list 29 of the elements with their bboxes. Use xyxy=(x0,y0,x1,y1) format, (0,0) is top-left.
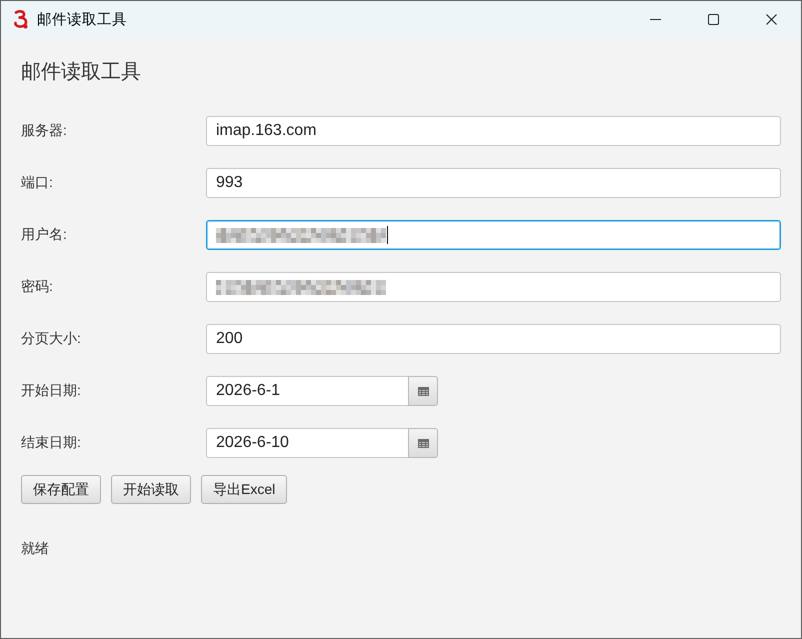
input-field[interactable]: imap.163.com xyxy=(206,116,781,146)
text-cursor xyxy=(387,226,388,244)
field-label: 开始日期: xyxy=(21,382,81,400)
input-field[interactable] xyxy=(206,220,781,250)
minimize-icon xyxy=(650,19,660,20)
field-label: 服务器: xyxy=(21,122,67,140)
window-title: 邮件读取工具 xyxy=(37,11,127,29)
input-field[interactable] xyxy=(206,272,781,302)
field-label: 密码: xyxy=(21,278,53,296)
field-label: 分页大小: xyxy=(21,330,81,348)
action-button[interactable]: 保存配置 xyxy=(21,475,101,504)
field-label: 结束日期: xyxy=(21,434,81,452)
input-field[interactable]: 200 xyxy=(206,324,781,354)
field-label: 用户名: xyxy=(21,226,67,244)
action-button[interactable]: 开始读取 xyxy=(111,475,191,504)
input-field[interactable]: 993 xyxy=(206,168,781,198)
page-heading: 邮件读取工具 xyxy=(21,60,141,84)
field-label: 端口: xyxy=(21,174,53,192)
calendar-icon xyxy=(418,438,428,448)
date-field[interactable]: 2026-6-1 xyxy=(206,376,408,406)
status-text: 就绪 xyxy=(21,540,49,556)
date-field[interactable]: 2026-6-10 xyxy=(206,428,408,458)
maximize-icon xyxy=(708,14,718,25)
action-button[interactable]: 导出Excel xyxy=(201,475,288,504)
date-picker-button[interactable] xyxy=(408,376,438,406)
date-picker-button[interactable] xyxy=(408,428,438,458)
app-logo-icon xyxy=(12,10,29,29)
close-icon xyxy=(766,14,776,25)
calendar-icon xyxy=(418,386,428,396)
